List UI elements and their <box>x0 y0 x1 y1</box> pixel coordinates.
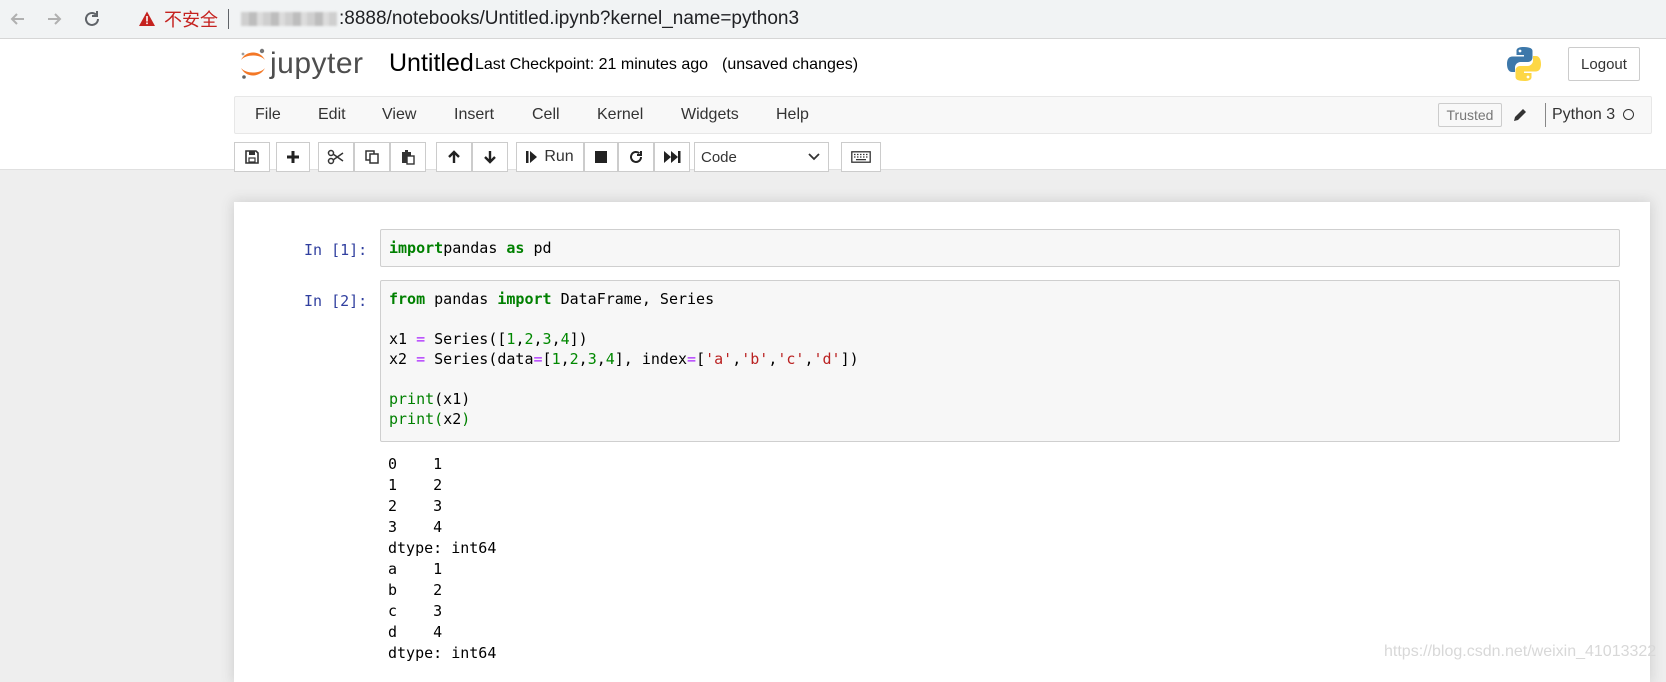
floppy-icon <box>245 150 259 164</box>
output-line: a 1 <box>388 560 443 578</box>
output-line: d 4 <box>388 623 443 641</box>
output-line: 2 3 <box>388 497 443 515</box>
checkpoint-status: Last Checkpoint: 21 minutes ago <box>475 56 709 73</box>
redacted-host <box>241 12 337 26</box>
code-line: from pandas import DataFrame, Series <box>389 290 715 308</box>
security-label: 不安全 <box>164 10 218 30</box>
forward-button[interactable] <box>40 5 68 33</box>
arrow-left-icon <box>10 13 24 25</box>
redo-icon <box>630 150 642 163</box>
url-divider <box>228 9 229 29</box>
url-field[interactable]: 不安全 :8888/notebooks/Untitled.ipynb?kerne… <box>124 3 1654 35</box>
run-label: Run <box>544 148 574 165</box>
jupyter-logo-icon <box>241 48 265 79</box>
watermark: https://blog.csdn.net/weixin_41013322 <box>1384 643 1657 660</box>
arrow-up-icon <box>448 150 460 163</box>
keyboard-icon <box>851 151 871 163</box>
notebook-container: In [1]: importpandas as pd In [2]: from … <box>234 202 1650 682</box>
cell-1-prompt: In [1]: <box>304 241 368 259</box>
cell-type-select[interactable]: Code <box>694 142 829 172</box>
url-text: :8888/notebooks/Untitled.ipynb?kernel_na… <box>339 8 800 29</box>
browser-address-bar: 不安全 :8888/notebooks/Untitled.ipynb?kerne… <box>0 0 1666 39</box>
output-line: 3 4 <box>388 518 443 536</box>
kernel-divider <box>1545 103 1546 127</box>
back-button[interactable] <box>4 5 32 33</box>
menubar: File Edit View Insert Cell Kernel Widget… <box>234 96 1652 134</box>
warning-icon <box>139 11 155 26</box>
jupyter-header: jupyter Untitled Last Checkpoint: 21 min… <box>0 39 1666 172</box>
interrupt-button[interactable] <box>584 142 618 172</box>
output-line: dtype: int64 <box>388 644 497 662</box>
menu-insert[interactable]: Insert <box>454 106 494 124</box>
save-button[interactable] <box>234 142 270 172</box>
code-line: x1 = Series([1,2,3,4]) <box>389 330 588 348</box>
clipboard-icon <box>402 150 415 165</box>
jupyter-logo[interactable]: jupyter <box>238 46 364 82</box>
cell-2-input[interactable]: from pandas import DataFrame, Series x1 … <box>380 280 1620 442</box>
menu-cell[interactable]: Cell <box>532 106 560 124</box>
scissors-icon <box>327 149 344 165</box>
menu-view[interactable]: View <box>382 106 416 124</box>
output-line: 0 1 <box>388 455 443 473</box>
chevron-down-icon <box>808 153 820 161</box>
insert-cell-button[interactable] <box>276 142 310 172</box>
cell-type-value: Code <box>701 148 737 166</box>
cell-1-code: importpandas as pd <box>389 238 552 258</box>
reload-button[interactable] <box>78 5 106 33</box>
output-line: 1 2 <box>388 476 443 494</box>
cell-1-input[interactable]: importpandas as pd <box>380 229 1620 267</box>
command-palette-button[interactable] <box>841 142 881 172</box>
stop-icon <box>595 151 607 163</box>
code-line: print(x2) <box>389 410 471 428</box>
move-up-button[interactable] <box>436 142 472 172</box>
cut-button[interactable] <box>318 142 354 172</box>
code-line: print(x1) <box>389 390 471 408</box>
code-line: importpandas as pd <box>389 239 552 257</box>
menu-edit[interactable]: Edit <box>318 106 346 124</box>
copy-icon <box>365 150 379 164</box>
restart-run-all-button[interactable] <box>654 142 690 172</box>
kernel-status-indicator <box>1623 109 1634 120</box>
output-line: dtype: int64 <box>388 539 497 557</box>
reload-icon <box>85 11 99 26</box>
arrow-down-icon <box>484 151 496 164</box>
fast-forward-icon <box>664 151 681 163</box>
cell-2-prompt: In [2]: <box>304 292 368 310</box>
notebook-title[interactable]: Untitled <box>389 49 474 78</box>
output-line: b 2 <box>388 581 443 599</box>
menu-file[interactable]: File <box>255 106 281 124</box>
python-logo-icon <box>1507 47 1541 81</box>
jupyter-logo-text: jupyter <box>270 47 364 80</box>
kernel-name[interactable]: Python 3 <box>1552 106 1615 124</box>
move-down-button[interactable] <box>472 142 508 172</box>
step-forward-icon <box>526 151 538 163</box>
menu-help[interactable]: Help <box>776 106 809 124</box>
run-button[interactable]: Run <box>516 142 584 172</box>
copy-button[interactable] <box>354 142 390 172</box>
pencil-icon[interactable] <box>1512 107 1528 123</box>
restart-button[interactable] <box>618 142 654 172</box>
cell-2-code: from pandas import DataFrame, Series x1 … <box>389 289 859 429</box>
arrow-right-icon <box>48 13 62 25</box>
trusted-badge[interactable]: Trusted <box>1438 103 1502 127</box>
cell-2-output: 0 1 1 2 2 3 3 4 dtype: int64 a 1 b 2 c 3… <box>388 454 496 664</box>
paste-button[interactable] <box>390 142 426 172</box>
logout-button[interactable]: Logout <box>1568 47 1640 81</box>
code-line: x2 = Series(data=[1,2,3,4], index=['a','… <box>389 350 859 368</box>
output-line: c 3 <box>388 602 443 620</box>
menu-widgets[interactable]: Widgets <box>681 106 739 124</box>
plus-icon <box>287 151 299 163</box>
unsaved-status: (unsaved changes) <box>722 56 859 73</box>
menu-kernel[interactable]: Kernel <box>597 106 643 124</box>
